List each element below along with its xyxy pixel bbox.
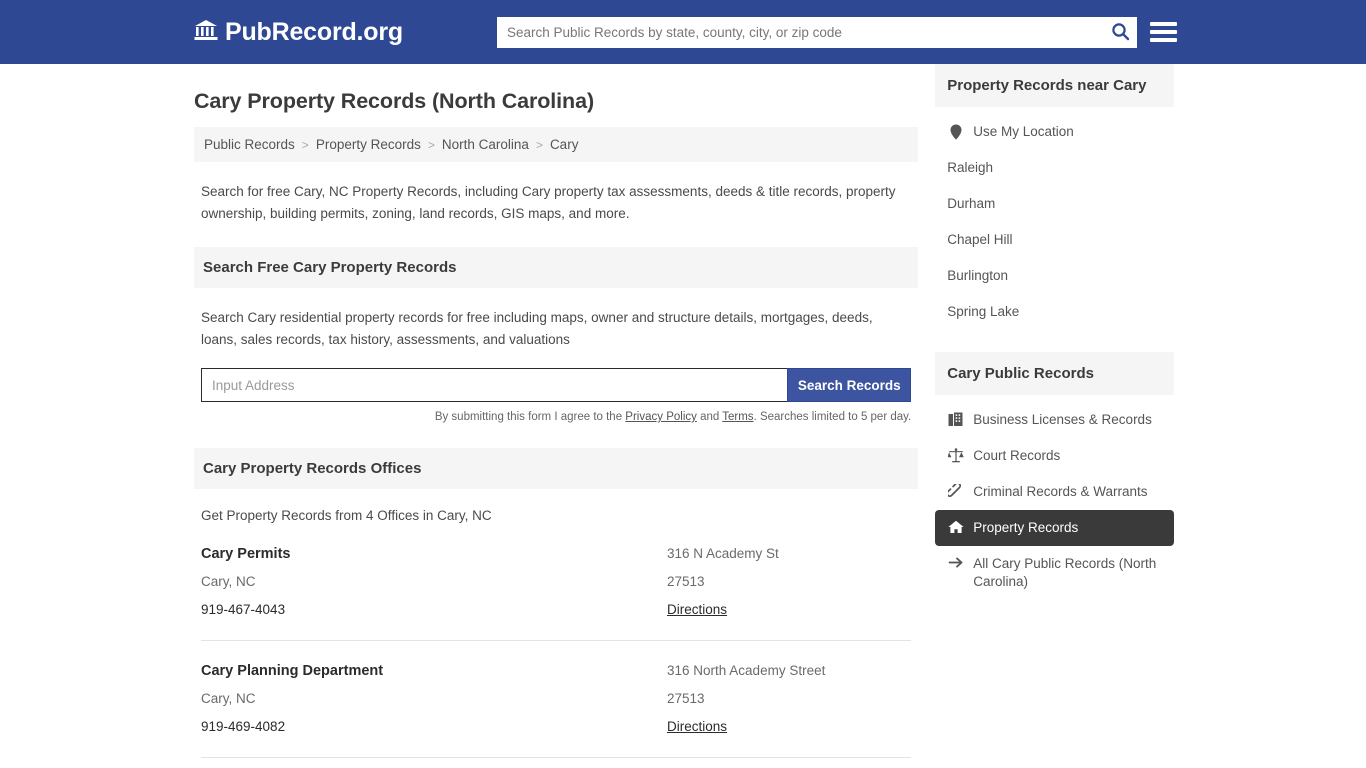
- sidebar-item-label: Spring Lake: [947, 304, 1020, 319]
- public-records-heading: Cary Public Records: [935, 352, 1174, 395]
- page-body: Cary Property Records (North Carolina) P…: [0, 64, 1366, 768]
- breadcrumb-item-property-records[interactable]: Property Records: [316, 137, 421, 152]
- office-phone: 919-467-4043: [201, 602, 286, 617]
- sidebar-item-label: Use My Location: [973, 124, 1074, 139]
- search-legal-disclaimer: By submitting this form I agree to the P…: [201, 409, 911, 425]
- address-search-form: Search Records: [201, 368, 912, 402]
- sidebar-item-label: Criminal Records & Warrants: [973, 484, 1148, 499]
- house-icon: [947, 519, 964, 534]
- sidebar-item-label: Property Records: [973, 520, 1079, 535]
- nearby-records-panel: Property Records near Cary Use My Locati…: [935, 64, 1174, 330]
- map-pin-icon: [947, 123, 964, 140]
- public-records-list: Business Licenses & Records Court Record…: [935, 395, 1174, 600]
- office-info-left: Cary Permits Cary, NC 919-467-4043: [201, 545, 667, 619]
- sidebar-item-court-records[interactable]: Court Records: [935, 438, 1174, 474]
- offices-count-note: Get Property Records from 4 Offices in C…: [201, 508, 492, 523]
- legal-prefix-text: By submitting this form I agree to the: [434, 411, 626, 423]
- sidebar-item-label: Burlington: [947, 268, 1009, 283]
- page-title: Cary Property Records (North Carolina): [194, 89, 595, 113]
- sidebar-item-label: Durham: [947, 196, 996, 211]
- table-row: Cary Planning Department Cary, NC 919-46…: [201, 662, 912, 758]
- offices-section-body: Get Property Records from 4 Offices in C…: [194, 508, 918, 768]
- office-info-right: 316 North Academy Street 27513 Direction…: [667, 662, 911, 736]
- search-records-button[interactable]: Search Records: [787, 368, 912, 402]
- arrow-right-icon: [947, 555, 964, 569]
- breadcrumb-item-cary[interactable]: Cary: [550, 137, 579, 152]
- sidebar-item-chapel-hill[interactable]: Chapel Hill: [935, 222, 1174, 258]
- office-city: Cary, NC: [201, 574, 256, 589]
- office-zip: 27513: [667, 691, 705, 706]
- brand-logo-link[interactable]: PubRecord.org: [194, 19, 403, 46]
- nearby-records-list: Use My Location Raleigh Durham Chapel Hi…: [935, 107, 1174, 330]
- bank-icon: [194, 19, 218, 46]
- sidebar-item-burlington[interactable]: Burlington: [935, 258, 1174, 294]
- office-zip: 27513: [667, 574, 705, 589]
- scales-icon: [947, 447, 964, 463]
- sidebar-item-label: Court Records: [973, 448, 1061, 463]
- office-city: Cary, NC: [201, 691, 256, 706]
- hamburger-line: [1150, 38, 1177, 42]
- search-icon: [1111, 22, 1130, 44]
- office-info-right: 316 N Academy St 27513 Directions: [667, 545, 911, 619]
- brand-name: PubRecord.org: [225, 17, 403, 46]
- office-name: Cary Permits: [201, 546, 291, 562]
- breadcrumb-item-public-records[interactable]: Public Records: [204, 137, 295, 152]
- sidebar-item-use-my-location[interactable]: Use My Location: [935, 114, 1174, 150]
- hamburger-menu-icon[interactable]: [1150, 19, 1177, 45]
- search-section-heading: Search Free Cary Property Records: [194, 247, 919, 288]
- office-address: 316 N Academy St: [667, 546, 779, 561]
- sidebar-item-business-licenses[interactable]: Business Licenses & Records: [935, 402, 1174, 438]
- office-name: Cary Planning Department: [201, 663, 384, 679]
- page-intro-text: Search for free Cary, NC Property Record…: [201, 184, 896, 221]
- address-search-input[interactable]: [201, 368, 788, 402]
- sidebar-item-label: All Cary Public Records (North Carolina): [973, 556, 1157, 589]
- site-header: PubRecord.org: [0, 0, 1366, 64]
- directions-link[interactable]: Directions: [667, 719, 727, 734]
- breadcrumb-item-north-carolina[interactable]: North Carolina: [442, 137, 529, 152]
- hamburger-line: [1150, 30, 1177, 34]
- building-icon: [947, 411, 964, 427]
- legal-and-text: and: [696, 411, 723, 423]
- table-row: Cary Permits Cary, NC 919-467-4043 316 N…: [201, 545, 912, 641]
- header-search-bar: [497, 17, 1137, 48]
- public-records-panel: Cary Public Records Business Licenses & …: [935, 352, 1174, 600]
- sidebar-item-durham[interactable]: Durham: [935, 186, 1174, 222]
- office-info-left: Cary Planning Department Cary, NC 919-46…: [201, 662, 667, 736]
- directions-link[interactable]: Directions: [667, 602, 727, 617]
- offices-section-heading: Cary Property Records Offices: [194, 448, 919, 489]
- sidebar-item-criminal-records[interactable]: Criminal Records & Warrants: [935, 474, 1174, 510]
- breadcrumb: Public Records > Property Records > Nort…: [194, 127, 919, 162]
- sidebar-item-label: Business Licenses & Records: [973, 412, 1152, 427]
- nearby-records-heading: Property Records near Cary: [935, 64, 1174, 107]
- sidebar-item-spring-lake[interactable]: Spring Lake: [935, 294, 1174, 330]
- sidebar-item-raleigh[interactable]: Raleigh: [935, 150, 1174, 186]
- sidebar: Property Records near Cary Use My Locati…: [935, 64, 1174, 622]
- sidebar-item-property-records[interactable]: Property Records: [935, 510, 1174, 546]
- sidebar-item-all-public-records[interactable]: All Cary Public Records (North Carolina): [935, 546, 1174, 600]
- privacy-policy-link[interactable]: Privacy Policy: [625, 411, 697, 423]
- breadcrumb-separator: >: [301, 137, 309, 152]
- header-search-button[interactable]: [1103, 17, 1137, 48]
- sidebar-item-label: Chapel Hill: [947, 232, 1013, 247]
- terms-link[interactable]: Terms: [722, 411, 753, 423]
- sidebar-item-label: Raleigh: [947, 160, 994, 175]
- search-section-description: Search Cary residential property records…: [201, 310, 873, 347]
- breadcrumb-separator: >: [535, 137, 543, 152]
- breadcrumb-separator: >: [427, 137, 435, 152]
- office-address: 316 North Academy Street: [667, 663, 826, 678]
- handcuffs-icon: [947, 483, 964, 499]
- office-phone: 919-469-4082: [201, 719, 286, 734]
- search-section-body: Search Cary residential property records…: [194, 307, 918, 425]
- legal-suffix-text: . Searches limited to 5 per day.: [753, 411, 912, 423]
- main-content: Cary Property Records (North Carolina) P…: [194, 64, 919, 768]
- header-search-input[interactable]: [497, 17, 1103, 48]
- hamburger-line: [1150, 22, 1177, 26]
